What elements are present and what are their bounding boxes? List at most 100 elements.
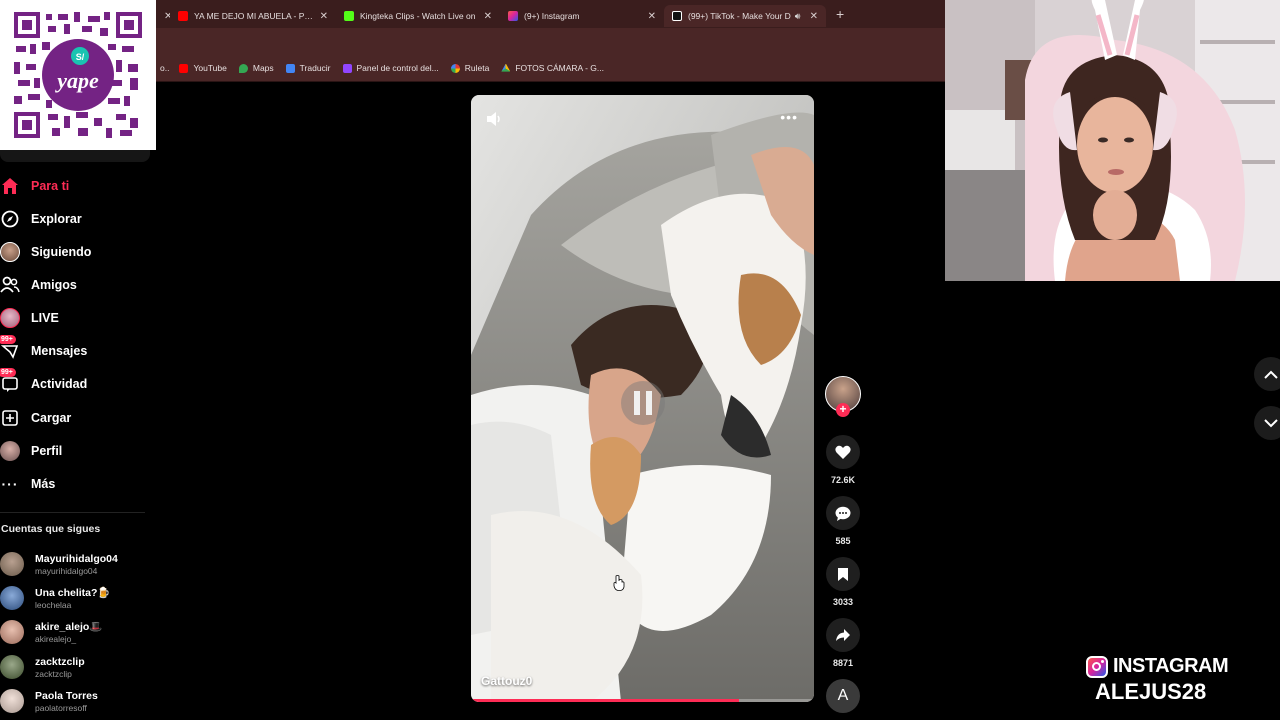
search-input[interactable] — [0, 150, 150, 162]
messages-badge: 99+ — [0, 335, 16, 344]
youtube-icon — [179, 63, 189, 73]
following-account[interactable]: Una chelita?🍺 leochelaa — [0, 582, 111, 614]
video-progress-fill — [471, 699, 739, 702]
video-action-rail: + 72.6K 585 3033 8871 A — [824, 376, 862, 713]
bookmark-icon — [838, 567, 848, 581]
svg-text:yape: yape — [54, 68, 99, 93]
audio-disc-button[interactable]: A — [826, 679, 860, 713]
tiktok-icon — [672, 11, 682, 21]
browser-tab-partial[interactable]: ✕ — [156, 5, 170, 27]
comment-icon — [835, 506, 851, 521]
nav-following[interactable]: Siguiendo — [0, 238, 91, 266]
chevron-up-icon — [1264, 370, 1278, 379]
nav-live[interactable]: LIVE — [0, 304, 59, 332]
following-account[interactable]: Paola Torres paolatorresoff — [0, 685, 98, 717]
comment-button[interactable] — [826, 496, 860, 530]
webcam-feed — [945, 0, 1280, 281]
following-account[interactable]: zacktzclip zacktzclip — [0, 651, 85, 683]
share-count: 8871 — [832, 658, 854, 668]
svg-text:S/: S/ — [76, 52, 85, 62]
roulette-icon — [450, 63, 460, 73]
more-dots-icon: ··· — [1, 476, 19, 492]
browser-tab-tiktok[interactable]: (99+) TikTok - Make Your D 🔊︎ ✕ — [664, 5, 826, 27]
qr-code-graphic: S/ yape — [12, 10, 144, 140]
live-avatar-icon — [0, 308, 20, 328]
home-icon — [0, 176, 20, 196]
avatar — [0, 552, 24, 576]
like-button[interactable] — [826, 435, 860, 469]
video-author[interactable]: Gattouz0 — [481, 674, 532, 688]
save-count: 3033 — [832, 597, 854, 607]
nav-messages[interactable]: 99+ Mensajes — [0, 335, 87, 365]
bookmark-maps[interactable]: Maps — [238, 63, 274, 73]
kick-icon — [344, 11, 354, 21]
video-progress-bar[interactable] — [471, 699, 814, 702]
volume-icon[interactable] — [485, 111, 503, 132]
following-section-title: Cuentas que sigues — [1, 523, 101, 535]
following-avatar-icon — [0, 242, 20, 262]
friends-icon — [0, 275, 20, 295]
pause-icon[interactable] — [621, 381, 665, 430]
new-tab-button[interactable]: + — [836, 6, 844, 22]
nav-profile[interactable]: Perfil — [0, 437, 62, 465]
translate-icon — [285, 63, 295, 73]
heart-icon — [835, 445, 851, 459]
nav-more[interactable]: ··· Más — [0, 470, 56, 498]
browser-tab-bar: ✕ YA ME DEJO MI ABUELA - PIUR ✕ Kingteka… — [156, 0, 945, 28]
share-arrow-icon — [836, 629, 850, 641]
like-count: 72.6K — [830, 475, 856, 485]
following-account[interactable]: Mayurihidalgo04 mayurihidalgo04 — [0, 548, 118, 580]
next-video-button[interactable] — [1254, 406, 1280, 440]
bookmarks-bar: o.. YouTube Maps Traducir Panel de contr… — [156, 55, 945, 82]
bookmark-fotos[interactable]: FOTOS CÁMARA - G... — [501, 63, 604, 73]
bookmark-youtube[interactable]: YouTube — [179, 63, 227, 73]
follow-plus-icon[interactable]: + — [836, 403, 850, 417]
close-tab-icon[interactable]: ✕ — [158, 11, 170, 22]
bookmark-panel[interactable]: Panel de control del... — [342, 63, 439, 73]
save-button[interactable] — [826, 557, 860, 591]
share-button[interactable] — [826, 618, 860, 652]
nav-explore[interactable]: Explorar — [0, 205, 82, 233]
close-tab-icon[interactable]: ✕ — [478, 11, 492, 22]
instagram-icon — [1086, 655, 1108, 678]
profile-avatar-icon — [0, 441, 20, 461]
creator-avatar[interactable]: + — [824, 376, 862, 417]
nav-friends[interactable]: Amigos — [0, 271, 77, 299]
sidebar-divider — [0, 512, 145, 513]
browser-tab-instagram[interactable]: (9+) Instagram ✕ — [500, 5, 664, 27]
youtube-icon — [178, 11, 188, 21]
chevron-down-icon — [1264, 418, 1278, 427]
compass-icon — [0, 209, 20, 229]
nav-upload[interactable]: Cargar — [0, 404, 71, 432]
streamer-social-overlay: INSTAGRAM ALEJUS28 — [1086, 655, 1246, 705]
avatar — [0, 689, 24, 713]
close-tab-icon[interactable]: ✕ — [314, 11, 328, 22]
browser-tab-kick[interactable]: Kingteka Clips - Watch Live on ✕ — [336, 5, 500, 27]
upload-icon — [0, 408, 20, 428]
avatar — [0, 655, 24, 679]
maps-pin-icon — [238, 63, 248, 73]
video-player[interactable]: ••• Gattouz0 — [471, 95, 814, 702]
mouse-cursor-icon — [613, 575, 625, 591]
tab-audio-icon[interactable]: 🔊︎ — [795, 11, 801, 22]
comment-count: 585 — [835, 536, 851, 546]
activity-badge: 99+ — [0, 368, 16, 377]
following-account[interactable]: akire_alejo🎩 akirealejo_ — [0, 616, 102, 648]
close-tab-icon[interactable]: ✕ — [804, 11, 818, 22]
avatar — [0, 620, 24, 644]
bookmark-traducir[interactable]: Traducir — [285, 63, 331, 73]
bookmark-ruleta[interactable]: Ruleta — [450, 63, 489, 73]
previous-video-button[interactable] — [1254, 357, 1280, 391]
yape-qr-code: S/ yape — [0, 0, 156, 150]
social-platform-label: INSTAGRAM — [1113, 655, 1229, 677]
audio-label: A — [837, 687, 849, 704]
drive-icon — [501, 63, 511, 72]
browser-tab-youtube[interactable]: YA ME DEJO MI ABUELA - PIUR ✕ — [170, 5, 336, 27]
instagram-icon — [508, 11, 518, 21]
bookmark-partial[interactable]: o.. — [160, 63, 169, 73]
close-tab-icon[interactable]: ✕ — [642, 11, 656, 22]
address-bar[interactable] — [156, 28, 945, 55]
nav-for-you[interactable]: Para ti — [0, 172, 69, 200]
nav-activity[interactable]: 99+ Actividad — [0, 368, 87, 398]
more-options-icon[interactable]: ••• — [780, 109, 798, 125]
